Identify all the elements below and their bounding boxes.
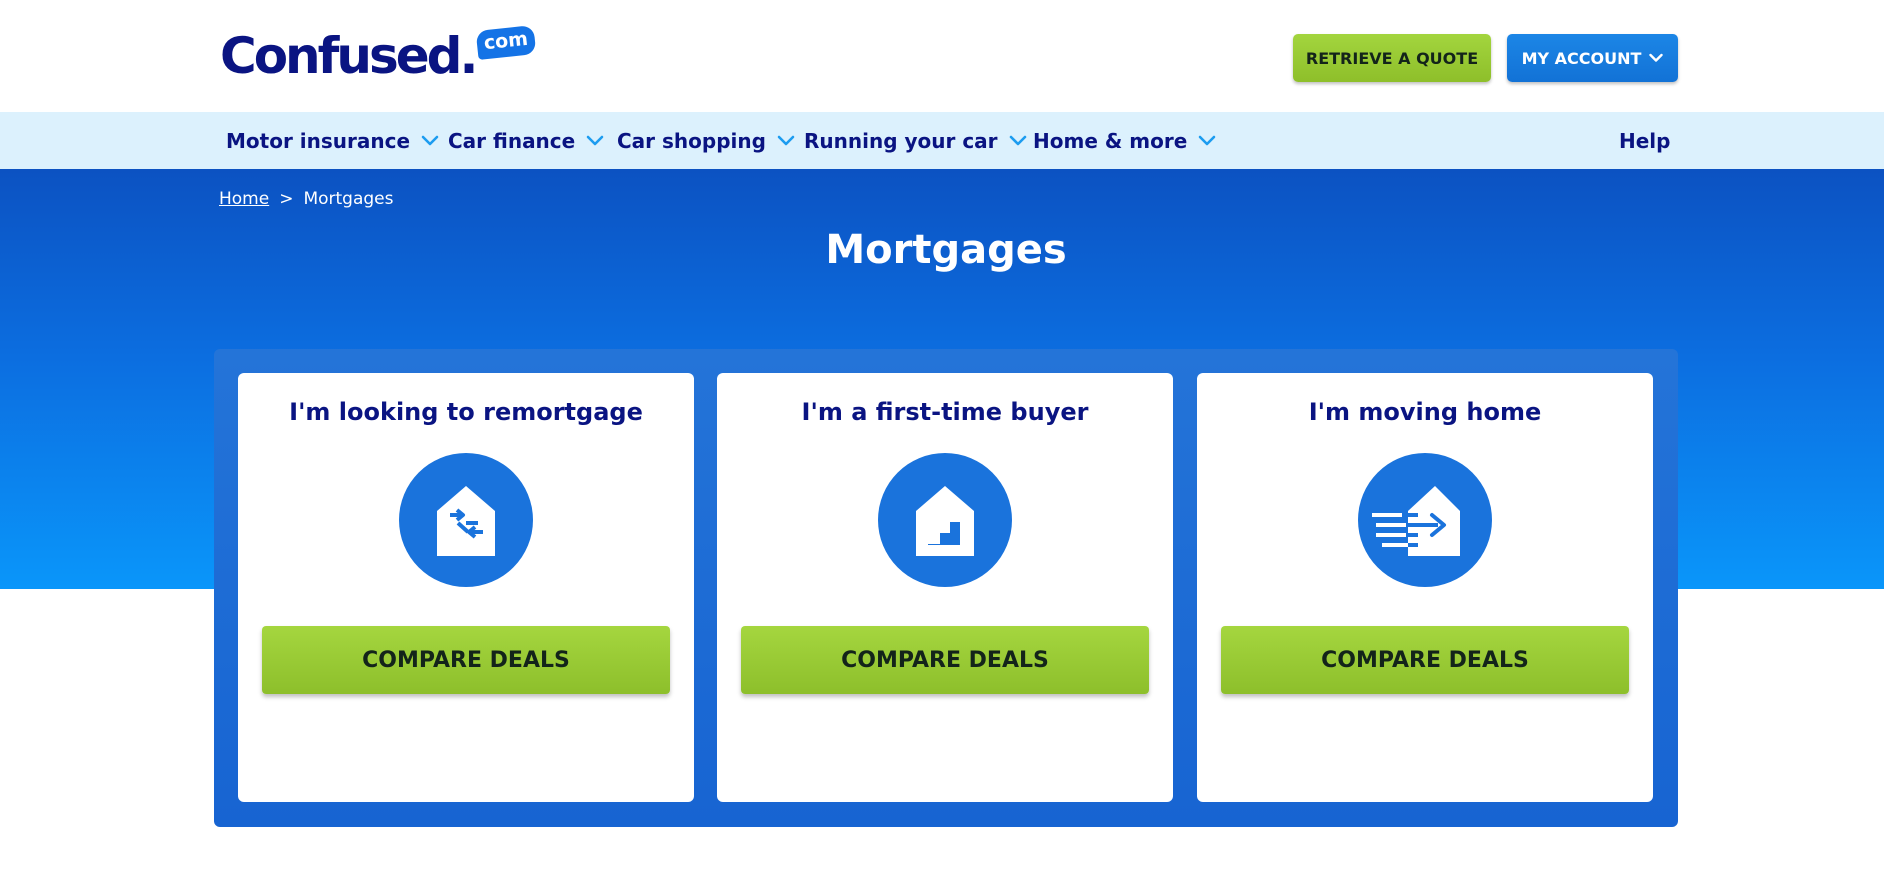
card-first-time-buyer: I'm a first-time buyer COMPARE DEALS bbox=[717, 373, 1173, 802]
nav-item-car-finance[interactable]: Car finance bbox=[448, 112, 605, 169]
breadcrumb-current: Mortgages bbox=[303, 189, 394, 209]
house-moving-icon bbox=[1358, 453, 1492, 587]
card-title: I'm moving home bbox=[1308, 398, 1542, 426]
nav-item-label: Home & more bbox=[1033, 128, 1188, 153]
logo-badge: com bbox=[476, 25, 537, 60]
compare-deals-button[interactable]: COMPARE DEALS bbox=[262, 626, 670, 694]
card-remortgage: I'm looking to remortgage COMPARE DEALS bbox=[238, 373, 694, 802]
main-nav: Motor insurance Car finance Car shopping… bbox=[0, 112, 1884, 169]
my-account-button[interactable]: MY ACCOUNT bbox=[1507, 34, 1678, 82]
confused-logo[interactable]: Confused. com bbox=[220, 25, 537, 86]
nav-item-motor-insurance[interactable]: Motor insurance bbox=[226, 112, 440, 169]
nav-item-car-shopping[interactable]: Car shopping bbox=[617, 112, 796, 169]
nav-item-help[interactable]: Help bbox=[1619, 112, 1670, 169]
chevron-down-icon bbox=[1649, 53, 1664, 62]
chevron-down-icon bbox=[1009, 135, 1026, 145]
breadcrumb-home-link[interactable]: Home bbox=[219, 189, 269, 209]
breadcrumb: Home > Mortgages bbox=[219, 188, 394, 210]
compare-deals-button[interactable]: COMPARE DEALS bbox=[1221, 626, 1629, 694]
chevron-down-icon bbox=[1198, 135, 1216, 145]
retrieve-quote-button[interactable]: RETRIEVE A QUOTE bbox=[1293, 34, 1491, 82]
card-title: I'm a first-time buyer bbox=[801, 398, 1089, 426]
chevron-down-icon bbox=[421, 135, 439, 145]
nav-item-running-your-car[interactable]: Running your car bbox=[804, 112, 1028, 169]
breadcrumb-separator: > bbox=[279, 189, 294, 209]
nav-item-label: Running your car bbox=[804, 128, 998, 153]
site-header: Confused. com RETRIEVE A QUOTE MY ACCOUN… bbox=[0, 0, 1884, 112]
house-stairs-icon bbox=[878, 453, 1012, 587]
logo-wordmark: Confused. bbox=[220, 27, 478, 85]
my-account-label: MY ACCOUNT bbox=[1521, 48, 1642, 68]
card-moving-home: I'm moving home COMPARE DEALS bbox=[1197, 373, 1653, 802]
chevron-down-icon bbox=[777, 135, 795, 145]
nav-item-label: Help bbox=[1619, 128, 1671, 153]
nav-item-label: Motor insurance bbox=[226, 128, 411, 153]
chevron-down-icon bbox=[586, 135, 604, 145]
house-exchange-icon bbox=[399, 453, 533, 587]
nav-item-label: Car finance bbox=[448, 128, 576, 153]
nav-item-label: Car shopping bbox=[617, 128, 766, 153]
card-title: I'm looking to remortgage bbox=[289, 398, 643, 426]
page-title: Mortgages bbox=[825, 227, 1067, 273]
compare-deals-button[interactable]: COMPARE DEALS bbox=[741, 626, 1149, 694]
nav-item-home-and-more[interactable]: Home & more bbox=[1033, 112, 1217, 169]
